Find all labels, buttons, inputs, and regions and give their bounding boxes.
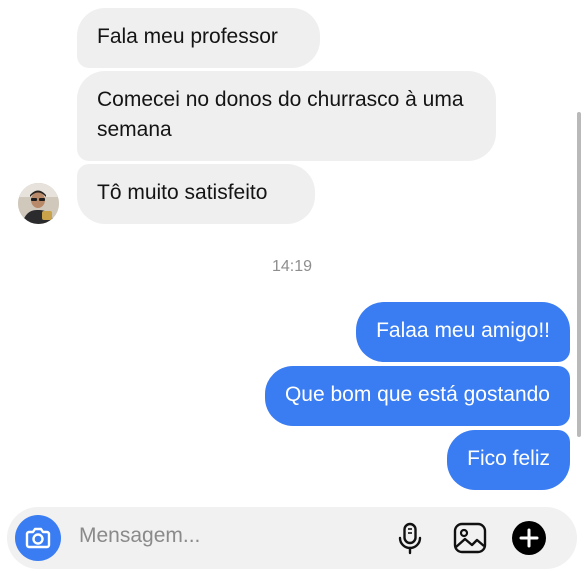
microphone-icon[interactable] <box>391 519 429 557</box>
incoming-message[interactable]: Tô muito satisfeito <box>77 164 315 224</box>
camera-button[interactable] <box>15 515 61 561</box>
incoming-message[interactable]: Comecei no donos do churrasco à uma sema… <box>77 71 496 161</box>
message-composer: Mensagem... <box>7 507 577 569</box>
outgoing-message[interactable]: Que bom que está gostando <box>264 366 570 426</box>
gallery-icon[interactable] <box>451 519 489 557</box>
outgoing-message[interactable]: Fico feliz <box>447 430 570 490</box>
avatar-photo <box>18 183 59 224</box>
plus-icon[interactable] <box>510 519 548 557</box>
scrollbar[interactable] <box>577 112 581 437</box>
message-timestamp: 14:19 <box>271 258 313 275</box>
outgoing-message[interactable]: Falaa meu amigo!! <box>356 302 570 362</box>
incoming-message[interactable]: Fala meu professor <box>77 8 320 68</box>
avatar[interactable] <box>18 183 59 224</box>
message-input[interactable]: Mensagem... <box>79 524 200 548</box>
camera-icon <box>25 527 51 549</box>
